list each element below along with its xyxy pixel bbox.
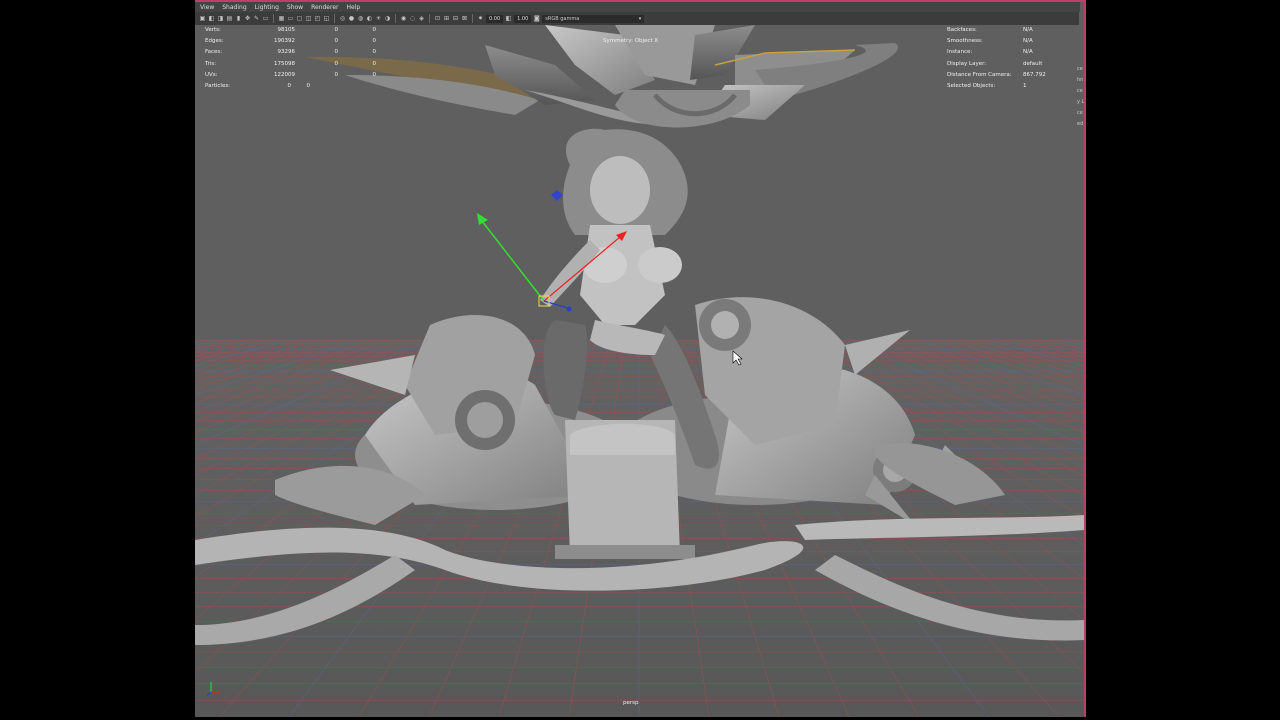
use-all-lights-icon[interactable]: ☀ xyxy=(375,15,382,22)
chevron-down-icon: ▾ xyxy=(638,15,642,22)
menu-help[interactable]: Help xyxy=(346,4,360,11)
field-chart-icon[interactable]: ◫ xyxy=(305,15,312,22)
hud-row: Particles: 0 0 xyxy=(205,83,310,90)
hud-row: Selected Objects: 1 xyxy=(947,83,1027,90)
camera-name-label: persp xyxy=(623,700,639,706)
wireframe-on-shaded-icon[interactable]: ◍ xyxy=(357,15,364,22)
panel-toolbar: ▣ ◧ ◨ ▤ ▮ ✥ ✎ ▭ ▦ ▭ ▢ ◫ ◰ ◱ ◎ ● ◍ ◐ ☀ ◑ … xyxy=(195,12,1079,25)
toolbar-separator xyxy=(273,14,274,23)
lock-camera-icon[interactable]: ▮ xyxy=(235,15,242,22)
clipped-text: ce xyxy=(1077,110,1083,116)
menu-view[interactable]: View xyxy=(200,4,214,11)
image-plane-icon[interactable]: ▤ xyxy=(226,15,233,22)
grid-icon[interactable]: ▦ xyxy=(278,15,285,22)
xray-joints-icon[interactable]: ⊟ xyxy=(452,15,459,22)
menu-show[interactable]: Show xyxy=(287,4,303,11)
hud-row: Distance From Camera: 867.792 xyxy=(947,71,1046,78)
backface-culling-icon[interactable]: ⊠ xyxy=(461,15,468,22)
hud-row: Verts: 98105 0 0 xyxy=(205,27,376,33)
clipped-text: ce xyxy=(1077,88,1083,94)
colorspace-dropdown[interactable]: sRGB gamma ▾ xyxy=(542,14,645,23)
film-gate-icon[interactable]: ▭ xyxy=(262,15,269,22)
hud-row: Display Layer: default xyxy=(947,60,1043,67)
bookmarks-icon[interactable]: ◨ xyxy=(217,15,224,22)
clipped-text: y L xyxy=(1077,99,1085,105)
attribute-editor-edge: ce hn ce y L ce ed xyxy=(1077,64,1086,130)
panel-menu-bar: View Shading Lighting Show Renderer Help xyxy=(195,2,1080,12)
select-camera-icon[interactable]: ▣ xyxy=(199,15,206,22)
exposure-field[interactable]: 0.00 xyxy=(486,14,504,23)
gate-mask-icon[interactable]: ▢ xyxy=(296,15,303,22)
safe-title-icon[interactable]: ◱ xyxy=(323,15,330,22)
hud-row: Tris: 175098 0 0 xyxy=(205,60,376,67)
hud-row: Edges: 190392 0 0 xyxy=(205,38,376,45)
motion-blur-icon[interactable]: ◌ xyxy=(409,15,416,22)
ambient-occlusion-icon[interactable]: ◉ xyxy=(400,15,407,22)
symmetry-status: Symmetry: Object X xyxy=(603,38,659,44)
toolbar-separator xyxy=(395,14,396,23)
colorspace-value: sRGB gamma xyxy=(545,15,580,22)
isolate-select-icon[interactable]: ⊡ xyxy=(434,15,441,22)
hud-row: UVs: 122009 0 0 xyxy=(205,71,376,78)
poly-count-hud: Verts: 98105 0 0 Edges: 190392 0 0 Faces: 93296… xyxy=(205,25,376,92)
grease-pencil-icon[interactable]: ✎ xyxy=(253,15,260,22)
viewport-3d-scene[interactable] xyxy=(195,25,1084,717)
safe-action-icon[interactable]: ◰ xyxy=(314,15,321,22)
toolbar-separator xyxy=(472,14,473,23)
hud-row: Faces: 93296 0 0 xyxy=(205,49,376,56)
two-d-pan-icon[interactable]: ✥ xyxy=(244,15,251,22)
hud-row: Instance: N/A xyxy=(947,49,1033,56)
menu-shading[interactable]: Shading xyxy=(222,4,246,11)
resolution-gate-icon[interactable]: ▭ xyxy=(287,15,294,22)
hud-row: Smoothness: N/A xyxy=(947,38,1033,45)
menu-lighting[interactable]: Lighting xyxy=(255,4,279,11)
hud-row: Backfaces: N/A xyxy=(947,27,1033,33)
exposure-icon[interactable]: ✷ xyxy=(477,15,484,22)
object-details-hud: Backfaces: N/A Smoothness: N/A Instance: N/… xyxy=(947,25,1083,92)
smooth-shade-icon[interactable]: ● xyxy=(348,15,355,22)
clipped-text: ed xyxy=(1077,121,1084,127)
menu-renderer[interactable]: Renderer xyxy=(311,4,338,11)
toolbar-separator xyxy=(429,14,430,23)
clipped-text: ce xyxy=(1077,66,1083,72)
winged-crown-mesh[interactable] xyxy=(305,25,899,128)
anti-aliasing-icon[interactable]: ◈ xyxy=(418,15,425,22)
toolbar-separator xyxy=(334,14,335,23)
clipped-text: hn xyxy=(1077,77,1084,83)
textured-icon[interactable]: ◐ xyxy=(366,15,373,22)
color-management-icon[interactable]: ◙ xyxy=(533,15,540,22)
gamma-field[interactable]: 1.00 xyxy=(514,14,532,23)
camera-attributes-icon[interactable]: ◧ xyxy=(208,15,215,22)
gamma-icon[interactable]: ◧ xyxy=(505,15,512,22)
shadows-icon[interactable]: ◑ xyxy=(384,15,391,22)
xray-icon[interactable]: ⊞ xyxy=(443,15,450,22)
wireframe-icon[interactable]: ◎ xyxy=(339,15,346,22)
viewport-panel[interactable]: View Shading Lighting Show Renderer Help… xyxy=(195,0,1086,717)
